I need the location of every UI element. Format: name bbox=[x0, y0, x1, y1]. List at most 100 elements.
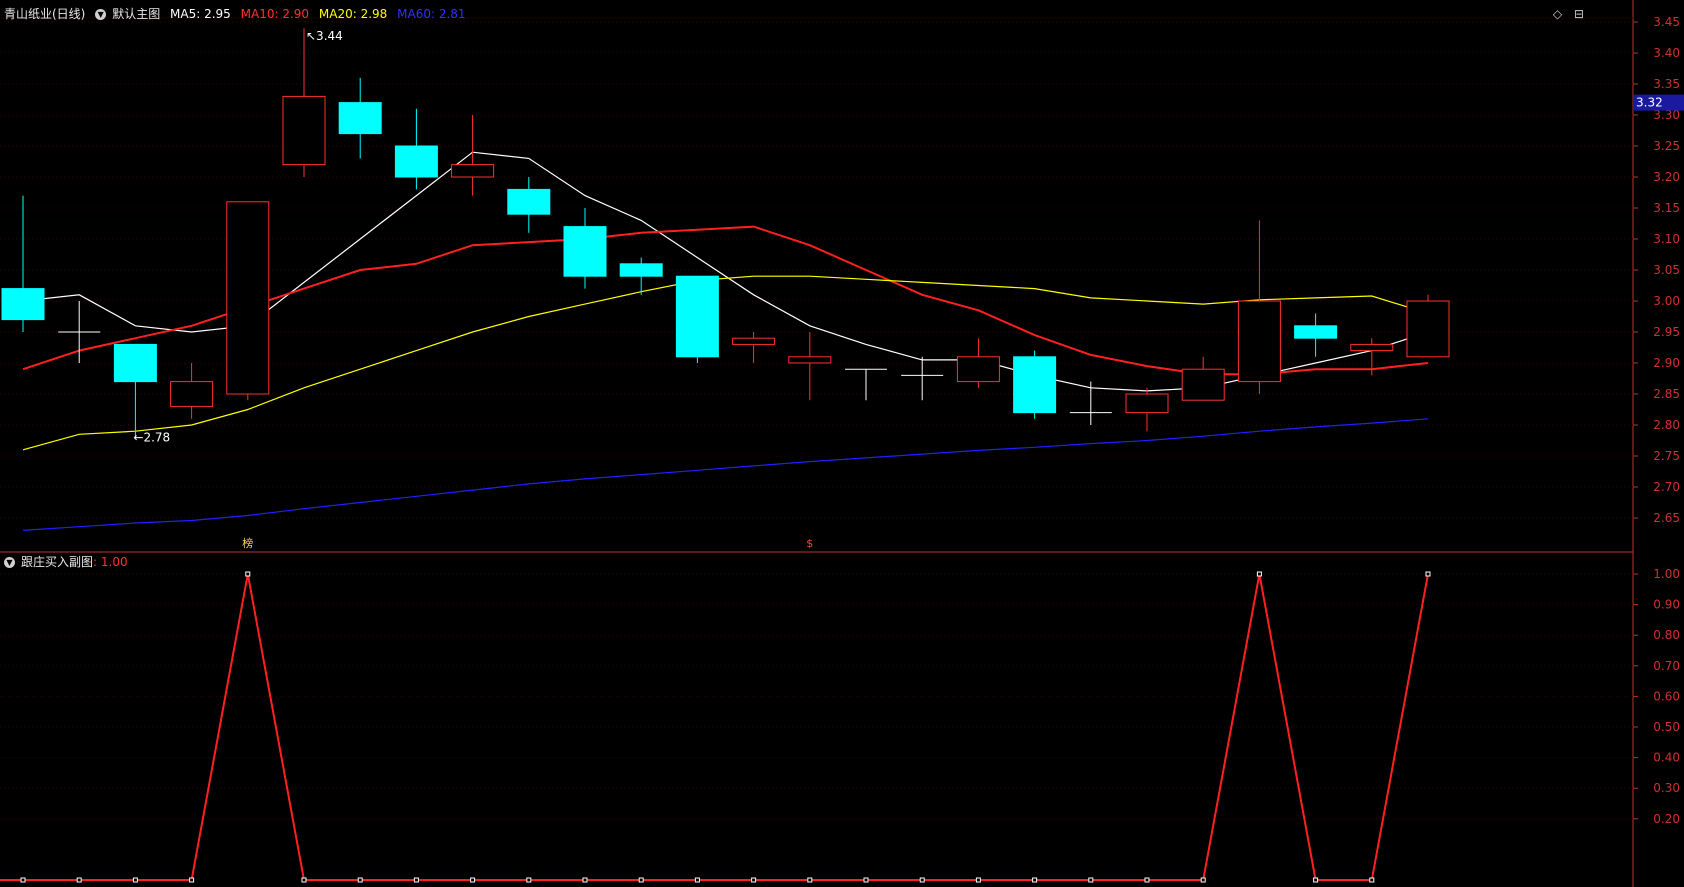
candle-body bbox=[1350, 343, 1394, 352]
ma10-label: MA10: 2.90 bbox=[240, 7, 310, 21]
y-tick-label: 3.10 bbox=[1653, 232, 1680, 246]
indicator-point bbox=[1256, 571, 1262, 577]
candle-body bbox=[507, 188, 551, 215]
dropdown-icon[interactable]: ▼ bbox=[4, 557, 15, 568]
y-tick-label: 3.15 bbox=[1653, 201, 1680, 215]
indicator-value: : 1.00 bbox=[93, 555, 128, 569]
candle-body bbox=[226, 201, 270, 395]
indicator-point bbox=[1144, 877, 1150, 883]
candle-body bbox=[619, 263, 663, 277]
y-tick-label: 3.05 bbox=[1653, 263, 1680, 277]
indicator-point bbox=[694, 877, 700, 883]
indicator-subchart bbox=[0, 571, 1431, 883]
candle-body bbox=[451, 164, 495, 178]
indicator-point bbox=[526, 877, 532, 883]
indicator-point bbox=[1425, 571, 1431, 577]
indicator-point bbox=[975, 877, 981, 883]
candlestick-layer bbox=[1, 28, 1450, 438]
y-tick-label: 0.50 bbox=[1653, 720, 1680, 734]
indicator-point bbox=[1032, 877, 1038, 883]
stock-title[interactable]: 青山纸业(日线) bbox=[4, 7, 85, 21]
candle-body bbox=[1237, 300, 1281, 383]
y-tick-label: 2.80 bbox=[1653, 418, 1680, 432]
candle-body bbox=[338, 102, 382, 135]
candle-body bbox=[1406, 300, 1450, 358]
high-price-annotation: ↖3.44 bbox=[306, 29, 343, 43]
y-tick-label: 3.00 bbox=[1653, 294, 1680, 308]
candle-body bbox=[1, 288, 45, 321]
indicator-name[interactable]: 跟庄买入副图 bbox=[21, 555, 93, 569]
ma5-label: MA5: 2.95 bbox=[170, 7, 231, 21]
current-price-label: 3.32 bbox=[1636, 96, 1663, 110]
y-tick-label: 3.35 bbox=[1653, 77, 1680, 91]
y-tick-label: 3.40 bbox=[1653, 46, 1680, 60]
indicator-point bbox=[919, 877, 925, 883]
y-tick-label: 3.45 bbox=[1653, 15, 1680, 29]
y-tick-label: 0.60 bbox=[1653, 689, 1680, 703]
y-tick-label: 2.65 bbox=[1653, 511, 1680, 525]
candle-body bbox=[732, 337, 776, 345]
indicator-point bbox=[1369, 877, 1375, 883]
indicator-point bbox=[357, 877, 363, 883]
candle-body bbox=[1294, 325, 1338, 339]
template-label[interactable]: 默认主图 bbox=[112, 7, 160, 21]
indicator-point bbox=[1313, 877, 1319, 883]
signal-marker: 榜 bbox=[242, 536, 253, 550]
grid-layer bbox=[0, 0, 1634, 887]
candle-body bbox=[1013, 356, 1057, 414]
candle-body bbox=[956, 356, 1000, 383]
candle-body bbox=[1125, 393, 1169, 414]
y-tick-label: 0.80 bbox=[1653, 628, 1680, 642]
indicator-point bbox=[1200, 877, 1206, 883]
indicator-point bbox=[245, 571, 251, 577]
ma60-label: MA60: 2.81 bbox=[397, 7, 466, 21]
y-tick-label: 0.40 bbox=[1653, 751, 1680, 765]
candle-body bbox=[170, 381, 214, 407]
indicator-point bbox=[76, 877, 82, 883]
indicator-point bbox=[751, 877, 757, 883]
y-tick-label: 0.90 bbox=[1653, 598, 1680, 612]
signal-marker: $ bbox=[806, 537, 813, 550]
candle-body bbox=[113, 343, 157, 383]
low-price-annotation: ←2.78 bbox=[133, 430, 170, 444]
indicator-point bbox=[807, 877, 813, 883]
ma20-label: MA20: 2.98 bbox=[318, 7, 388, 21]
y-tick-label: 3.20 bbox=[1653, 170, 1680, 184]
indicator-point bbox=[470, 877, 476, 883]
y-tick-label: 2.70 bbox=[1653, 480, 1680, 494]
indicator-point bbox=[132, 877, 138, 883]
sub-legend: ▼ 跟庄买入副图: 1.00 bbox=[4, 553, 134, 570]
indicator-point bbox=[301, 877, 307, 883]
y-tick-label: 2.85 bbox=[1653, 387, 1680, 401]
y-tick-label: 0.30 bbox=[1653, 781, 1680, 795]
indicator-point bbox=[20, 877, 26, 883]
y-tick-label: 0.20 bbox=[1653, 812, 1680, 826]
price-axis: 3.453.403.353.303.253.203.153.103.053.00… bbox=[1633, 15, 1684, 826]
y-tick-label: 2.95 bbox=[1653, 325, 1680, 339]
chart-toolbar: ◇ ⊟ bbox=[1545, 7, 1584, 21]
indicator-point bbox=[1088, 877, 1094, 883]
y-tick-label: 3.25 bbox=[1653, 139, 1680, 153]
y-tick-label: 2.90 bbox=[1653, 356, 1680, 370]
indicator-point bbox=[582, 877, 588, 883]
candle-body bbox=[788, 356, 832, 364]
indicator-point bbox=[863, 877, 869, 883]
indicator-line bbox=[23, 573, 1429, 881]
dropdown-icon[interactable]: ▼ bbox=[95, 9, 107, 20]
candle-body bbox=[282, 95, 326, 166]
main-legend: 青山纸业(日线) ▼ 默认主图 MA5: 2.95 MA10: 2.90 MA20… bbox=[4, 5, 472, 22]
indicator-point bbox=[413, 877, 419, 883]
chart-canvas: ↖3.44←2.78榜 $ 3.453.403.353.303.253.203.1… bbox=[0, 0, 1684, 887]
diamond-icon[interactable]: ◇ bbox=[1553, 7, 1562, 21]
indicator-point bbox=[638, 877, 644, 883]
candle-body bbox=[1181, 368, 1225, 401]
y-tick-label: 1.00 bbox=[1653, 567, 1680, 581]
candle-body bbox=[563, 226, 607, 277]
panel-toggle-icon[interactable]: ⊟ bbox=[1574, 7, 1584, 21]
y-tick-label: 2.75 bbox=[1653, 449, 1680, 463]
indicator-point bbox=[189, 877, 195, 883]
series-line-ma60 bbox=[22, 418, 1429, 531]
candle-body bbox=[394, 145, 438, 178]
y-tick-label: 0.70 bbox=[1653, 659, 1680, 673]
candle-body bbox=[675, 275, 719, 358]
